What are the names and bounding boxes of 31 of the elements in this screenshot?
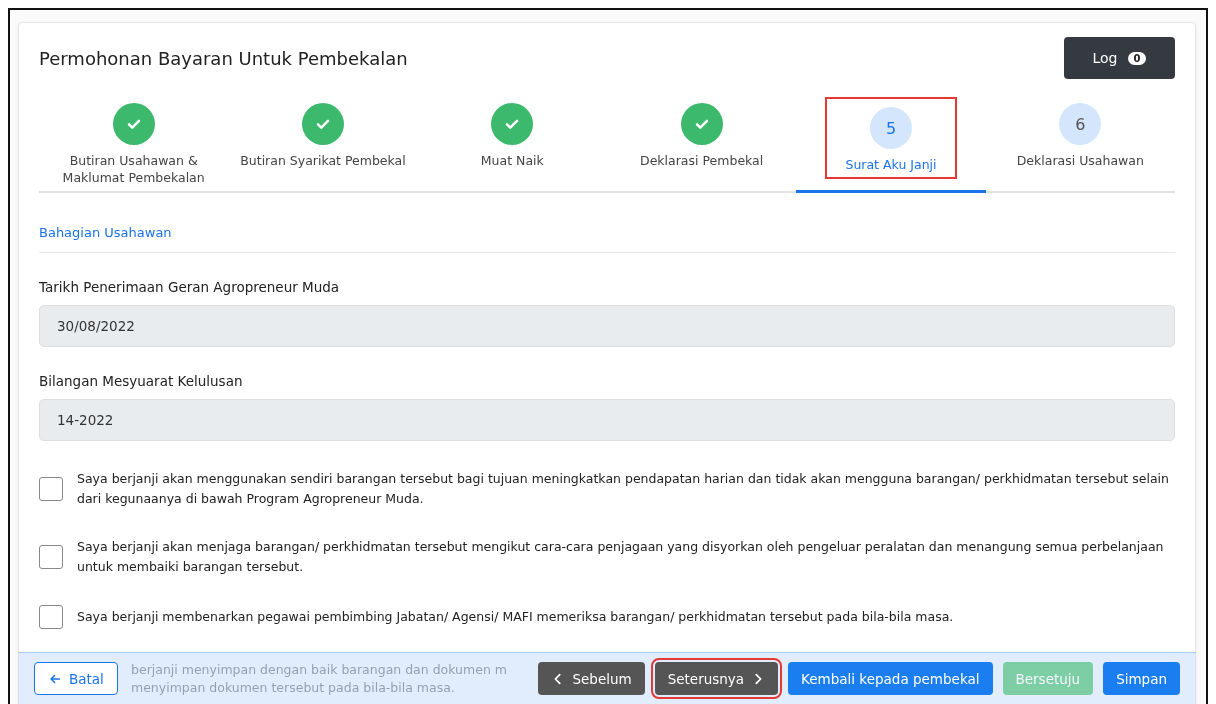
page-title: Permohonan Bayaran Untuk Pembekalan [39, 47, 408, 69]
field-label: Tarikh Penerimaan Geran Agropreneur Muda [39, 279, 341, 295]
checkbox[interactable] [39, 605, 63, 629]
step-label: Muat Naik [480, 152, 544, 169]
step-number: 5 [869, 107, 912, 149]
pledge-text: menyimpan dokumen tersebut pada bila-bila masa. [131, 679, 455, 697]
step-tab[interactable]: Muat Naik [417, 93, 607, 193]
pledge-text: Saya berjanji akan menjaga barangan/ perkhidmatan tersebut mengikut cara-cara penjagaan yang disyorkan oleh pengeluar peralatan dan menangung semua perbelanjaan untuk membaiki barangan tersebut. [77, 538, 1165, 576]
step-tab[interactable]: 6 Deklarasi Usahawan [985, 93, 1175, 193]
checkbox[interactable] [39, 477, 63, 501]
count-badge: 0 [1127, 51, 1147, 65]
footer-button[interactable]: Sebelum [538, 662, 645, 695]
footer-button[interactable]: Simpan [1103, 662, 1180, 695]
step-tab[interactable]: Deklarasi Pembekal [607, 93, 797, 193]
footer-button[interactable]: Batal [34, 662, 118, 695]
pledge-text: Saya berjanji membenarkan pegawai pembimbing Jabatan/ Agensi/ MAFI memeriksa barangan/ perkhidmatan tersebut pada bila-bila masa. [77, 608, 954, 626]
step-number: 6 [1059, 103, 1102, 145]
step-label: Surat Aku Janji [845, 156, 937, 173]
footer-button[interactable]: Kembali kepada pembekal [788, 662, 993, 695]
checkbox[interactable] [39, 545, 63, 569]
section-title: Bahagian Usahawan [39, 193, 1175, 253]
pledge-text: berjanji menyimpan dengan baik barangan dan dokumen m [131, 661, 507, 679]
pledge-text: Saya berjanji akan menggunakan sendiri barangan tersebut bagi tujuan meningkatkan pendapatan harian dan tidak akan mengguna barangan/ perkhidmatan tersebut selain dari kegunaanya di bawah Program Agropreneur Muda. [77, 470, 1170, 508]
step-label: Deklarasi Usahawan [1016, 152, 1144, 169]
field-label: Bilangan Mesyuarat Kelulusan [39, 373, 244, 389]
step-tab[interactable]: Butiran Syarikat Pembekal [228, 93, 418, 193]
step-label: Deklarasi Pembekal [640, 152, 764, 169]
step-tab[interactable]: Butiran Usahawan & Maklumat Pembekalan [39, 93, 229, 193]
log-button[interactable]: Log 0 [1064, 37, 1175, 79]
step-label: Butiran Usahawan & Maklumat Pembekalan [61, 152, 206, 186]
step-label: Butiran Syarikat Pembekal [240, 152, 406, 169]
